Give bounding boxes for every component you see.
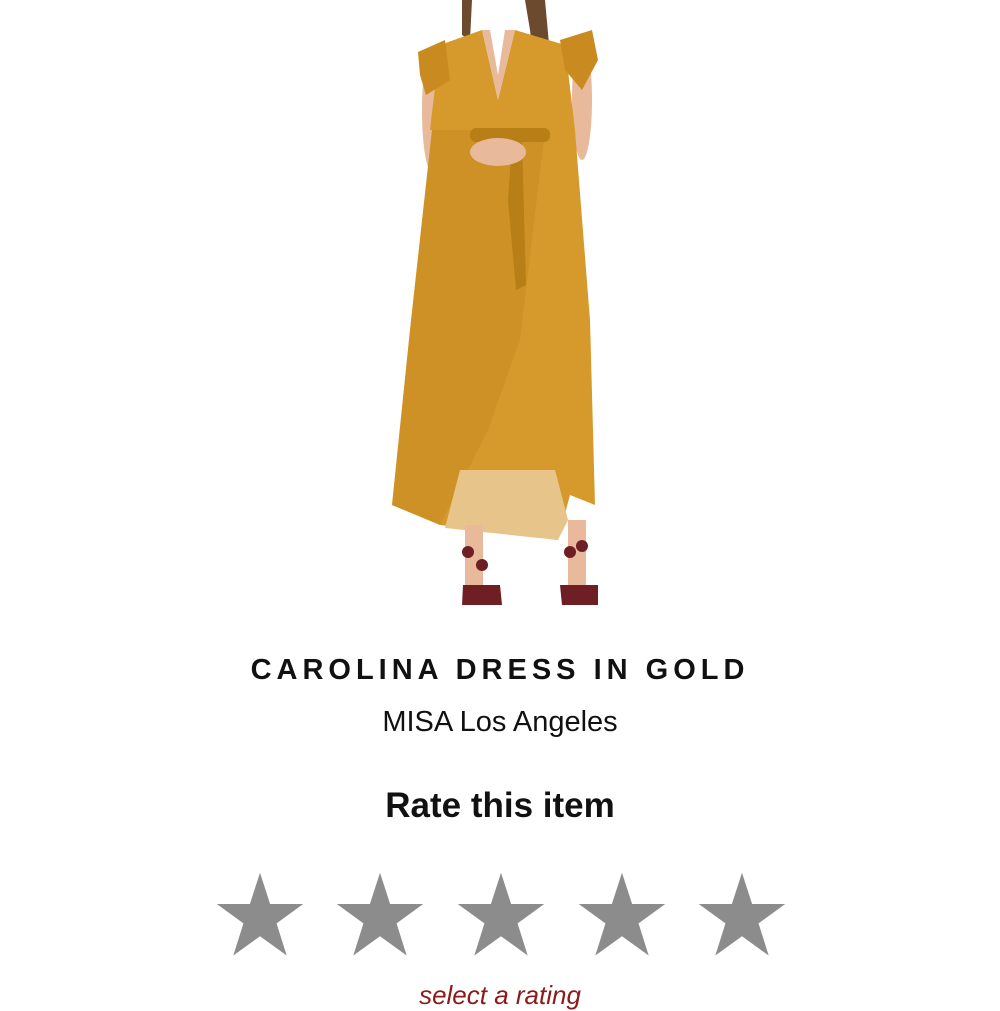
hands xyxy=(470,138,526,166)
star-4-button[interactable] xyxy=(576,870,668,962)
rating-stars xyxy=(214,870,788,962)
rate-heading: Rate this item xyxy=(385,786,615,825)
star-5-button[interactable] xyxy=(696,870,788,962)
lining xyxy=(445,470,568,540)
right-pompom xyxy=(564,546,576,558)
star-icon xyxy=(336,872,424,956)
product-brand: MISA Los Angeles xyxy=(382,706,618,738)
hair xyxy=(462,0,472,40)
right-shoe xyxy=(560,585,598,605)
left-pompom xyxy=(462,546,474,558)
star-icon xyxy=(457,872,545,956)
star-icon xyxy=(578,872,666,956)
left-shoe xyxy=(462,585,502,605)
product-title: CAROLINA DRESS IN GOLD xyxy=(250,654,750,686)
star-2-button[interactable] xyxy=(334,870,426,962)
right-pompom-2 xyxy=(576,540,588,552)
star-icon xyxy=(698,872,786,956)
star-icon xyxy=(216,872,304,956)
product-image xyxy=(392,0,598,605)
rating-hint: select a rating xyxy=(419,980,581,1010)
star-1-button[interactable] xyxy=(214,870,306,962)
left-pompom-2 xyxy=(476,559,488,571)
star-3-button[interactable] xyxy=(455,870,547,962)
